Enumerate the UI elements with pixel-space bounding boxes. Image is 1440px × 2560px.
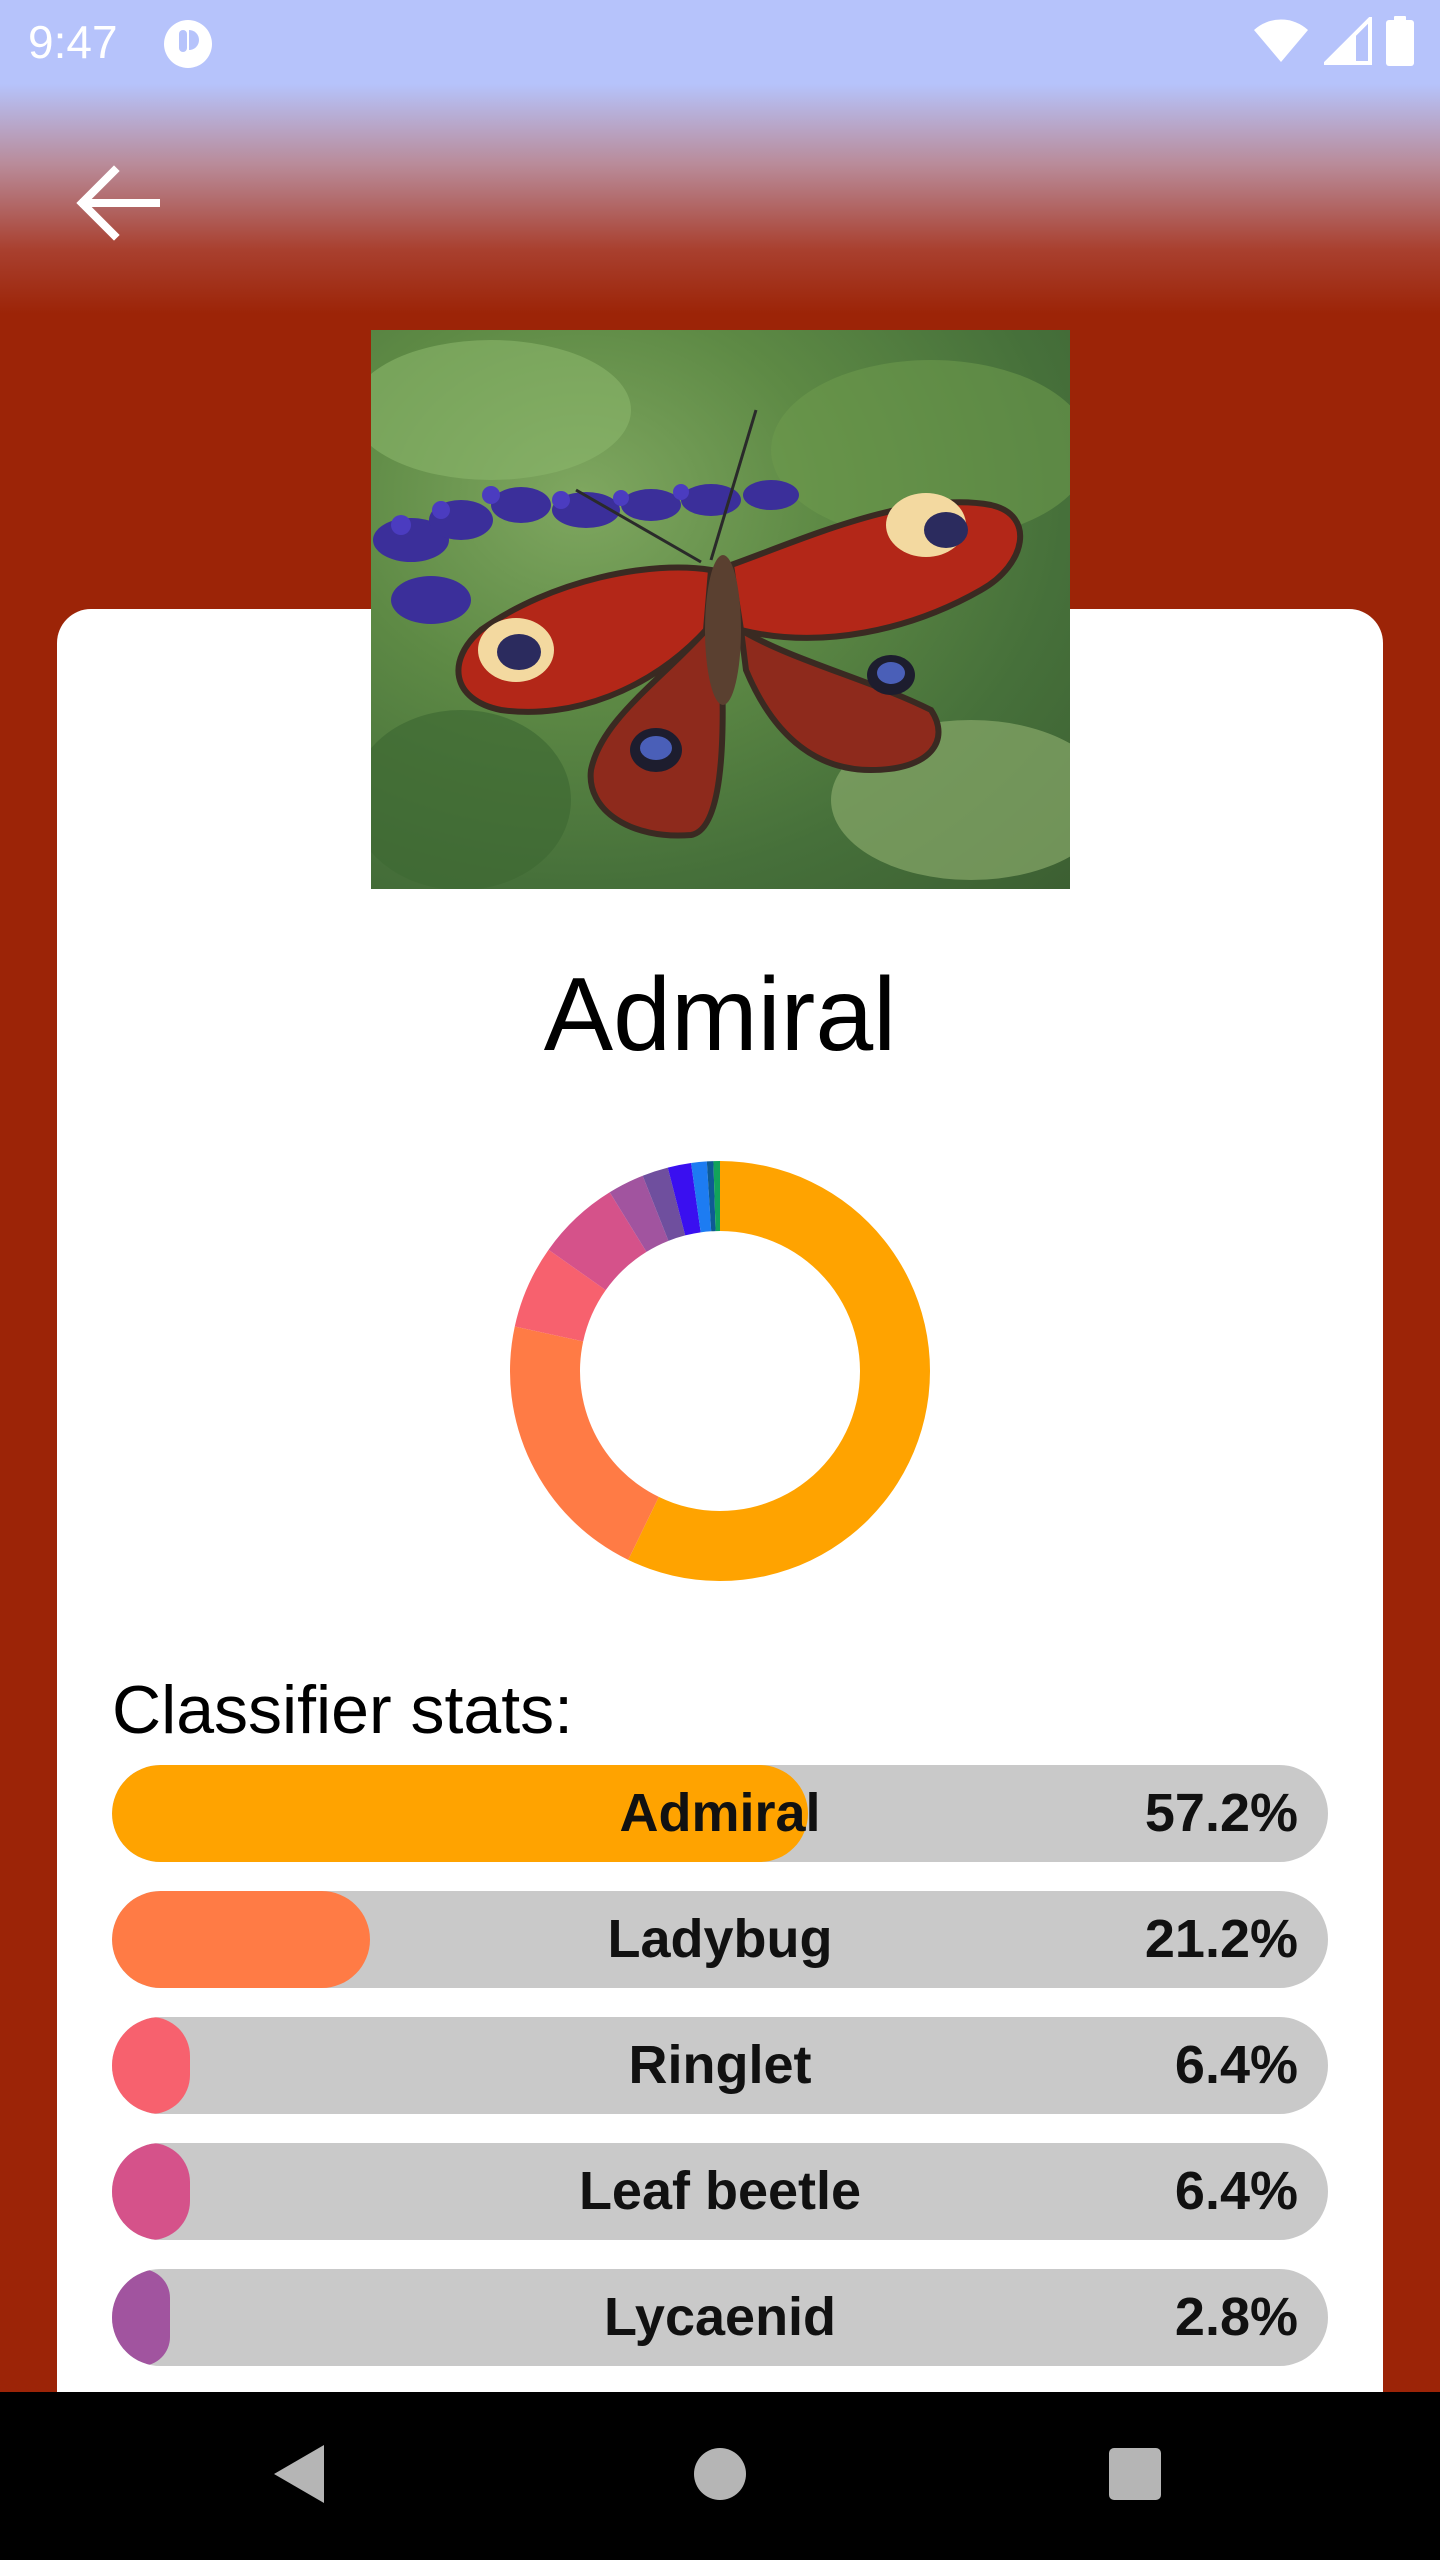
donut-slice-ladybug <box>510 1326 659 1560</box>
app-notification-icon <box>162 18 214 70</box>
stat-label: Ringlet <box>628 2035 812 2095</box>
stats-list: Admiral 57.2% Ladybug 21.2% Ringlet 6.4%… <box>112 1765 1328 2395</box>
stat-label: Leaf beetle <box>578 2161 862 2221</box>
status-icons <box>1252 13 1414 71</box>
stat-row-leaf-beetle: Leaf beetle 6.4% <box>112 2143 1328 2240</box>
nav-back-button[interactable] <box>250 2426 350 2526</box>
classification-donut-chart <box>510 1161 930 1581</box>
status-bar: 9:47 <box>0 0 1440 84</box>
stat-percentage: 21.2% <box>1144 1909 1298 1969</box>
stat-percentage: 6.4% <box>1174 2035 1298 2095</box>
species-title: Admiral <box>543 957 897 1073</box>
system-navigation-bar <box>0 2392 1440 2560</box>
back-triangle-icon <box>270 2441 330 2512</box>
cellular-signal-icon <box>1321 13 1372 70</box>
back-button[interactable] <box>62 150 172 260</box>
nav-home-button[interactable] <box>670 2426 770 2526</box>
recents-square-icon <box>1107 2446 1163 2507</box>
butterfly-photo <box>371 330 1070 889</box>
arrow-left-icon <box>72 158 162 253</box>
battery-icon <box>1386 15 1414 71</box>
home-circle-icon <box>690 2444 750 2509</box>
nav-recents-button[interactable] <box>1085 2426 1185 2526</box>
stat-percentage: 57.2% <box>1144 1783 1298 1843</box>
stat-row-admiral: Admiral 57.2% <box>112 1765 1328 1862</box>
stat-row-lycaenid: Lycaenid 2.8% <box>112 2269 1328 2366</box>
app-bar <box>0 84 1440 314</box>
stat-percentage: 2.8% <box>1174 2287 1298 2347</box>
status-time: 9:47 <box>28 16 118 68</box>
stat-percentage: 6.4% <box>1174 2161 1298 2221</box>
stat-label: Lycaenid <box>603 2287 837 2347</box>
stat-row-ladybug: Ladybug 21.2% <box>112 1891 1328 1988</box>
wifi-icon <box>1252 18 1310 69</box>
stats-heading: Classifier stats: <box>112 1672 573 1748</box>
stat-row-ringlet: Ringlet 6.4% <box>112 2017 1328 2114</box>
donut-svg <box>510 1161 930 1581</box>
